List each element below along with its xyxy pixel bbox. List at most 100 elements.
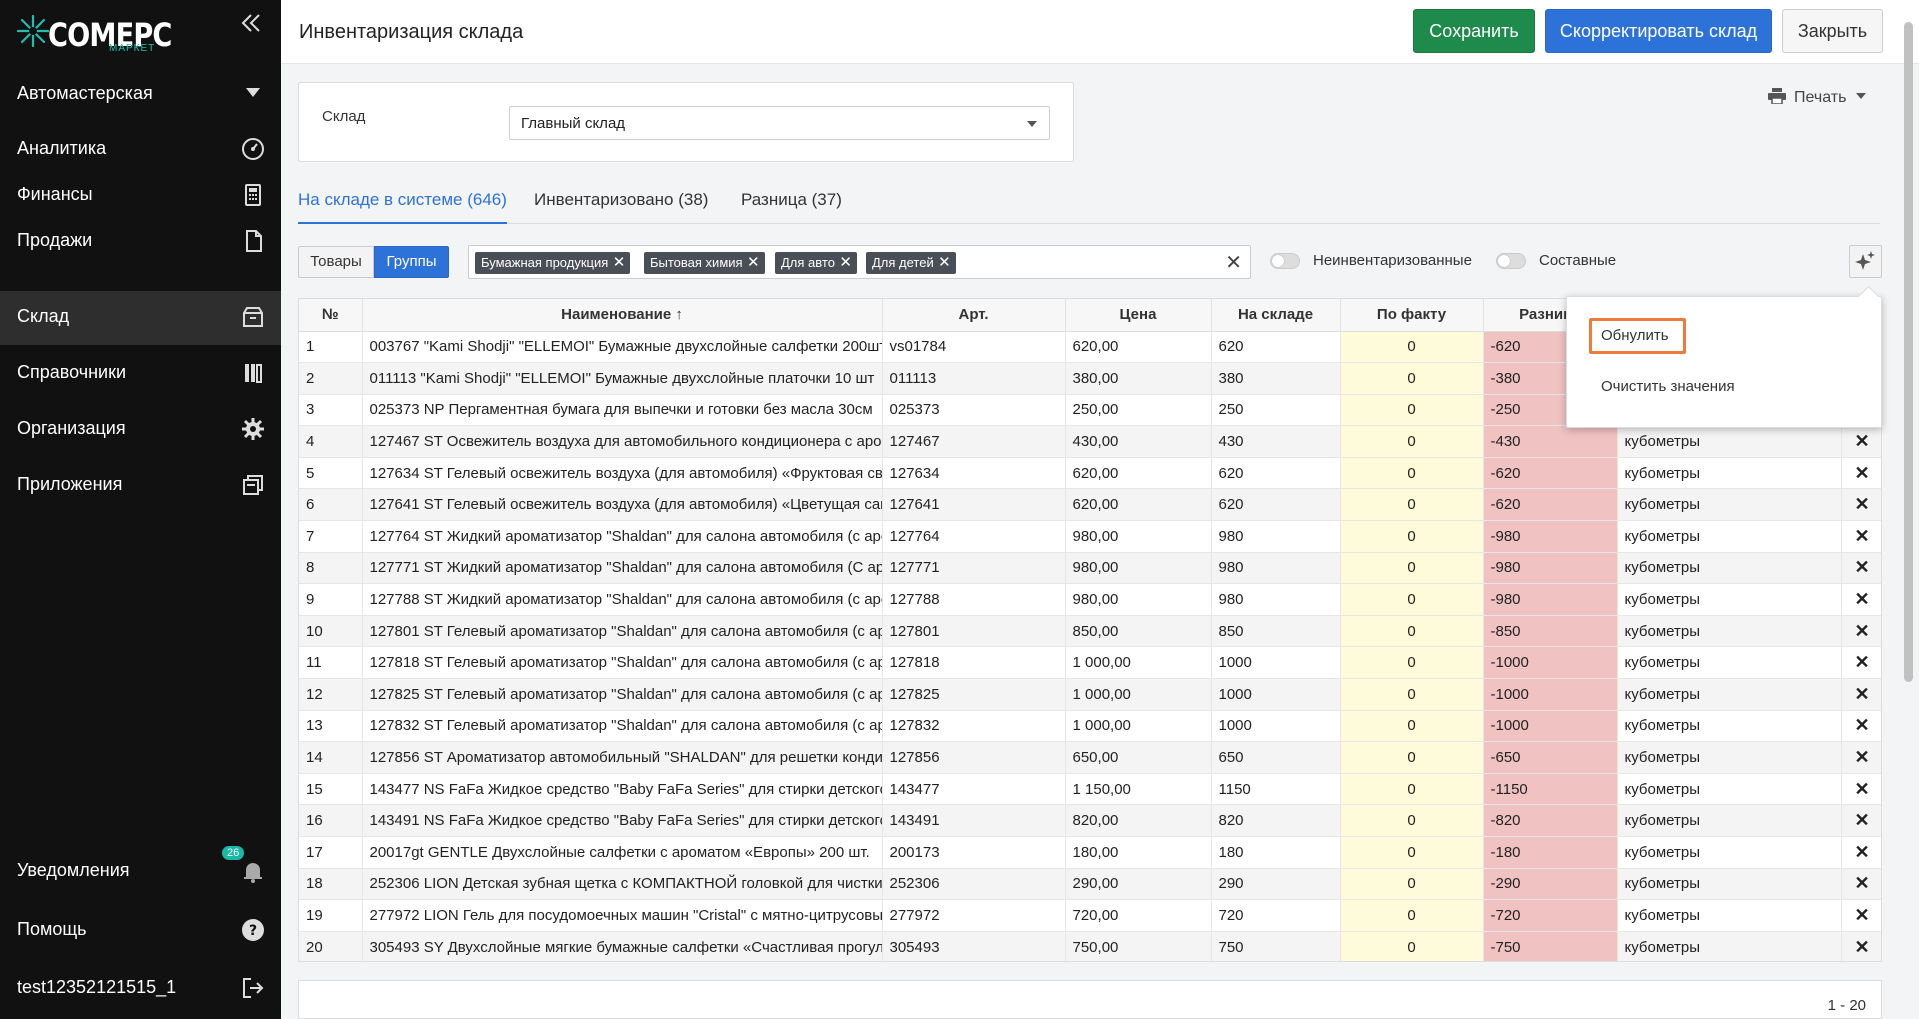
row-actual[interactable]: 0 [1340, 899, 1484, 932]
row-number: 14 [299, 741, 363, 774]
remove-tag-icon[interactable]: ✕ [613, 252, 626, 274]
delete-row-icon[interactable]: ✕ [1841, 552, 1881, 585]
org-select[interactable]: Автомастерская [0, 74, 281, 112]
uninventoried-toggle[interactable] [1270, 253, 1300, 269]
tab-difference[interactable]: Разница (37) [741, 190, 842, 224]
row-actual[interactable]: 0 [1340, 394, 1484, 427]
row-article: 127818 [882, 646, 1066, 680]
close-button[interactable]: Закрыть [1782, 9, 1883, 53]
user-account[interactable]: test12352121515_1 [0, 962, 281, 1016]
row-actual[interactable]: 0 [1340, 741, 1484, 774]
row-price: 1 000,00 [1065, 646, 1212, 680]
row-actual[interactable]: 0 [1340, 931, 1484, 961]
delete-row-icon[interactable]: ✕ [1841, 678, 1881, 711]
table-row: 4 127467 ST Освежитель воздуха для автомо… [299, 425, 1881, 458]
pagination-range: 1 - 20 [1827, 997, 1866, 1014]
col-in-stock[interactable]: На складе [1211, 299, 1341, 332]
row-actual[interactable]: 0 [1340, 583, 1484, 616]
row-name: 143491 NS FaFa Жидкое средство "Baby FaF… [362, 804, 883, 837]
clear-tags-icon[interactable]: ✕ [1225, 250, 1242, 275]
print-button[interactable]: Печать [1768, 88, 1867, 107]
delete-row-icon[interactable]: ✕ [1841, 899, 1881, 932]
sidebar-item-organization[interactable]: Организация [0, 403, 281, 457]
logo-star-icon [16, 14, 50, 48]
group-tags-input[interactable]: Бумажная продукция ✕ Бытовая химия ✕ Для а… [468, 245, 1251, 279]
row-in-stock: 820 [1211, 804, 1341, 837]
delete-row-icon[interactable]: ✕ [1841, 710, 1881, 743]
col-name[interactable]: Наименование ↑ [362, 299, 883, 332]
delete-row-icon[interactable]: ✕ [1841, 773, 1881, 806]
delete-row-icon[interactable]: ✕ [1841, 615, 1881, 648]
row-in-stock: 1000 [1211, 678, 1341, 711]
row-actual[interactable]: 0 [1340, 331, 1484, 364]
row-article: 025373 [882, 394, 1066, 427]
row-actual[interactable]: 0 [1340, 868, 1484, 901]
row-actual[interactable]: 0 [1340, 520, 1484, 553]
sidebar-item-sales[interactable]: Продажи [0, 215, 281, 269]
delete-row-icon[interactable]: ✕ [1841, 741, 1881, 774]
row-actual[interactable]: 0 [1340, 552, 1484, 585]
delete-row-icon[interactable]: ✕ [1841, 836, 1881, 869]
org-name: Автомастерская [17, 83, 153, 103]
sidebar-item-warehouse[interactable]: Склад [0, 291, 281, 345]
row-actual[interactable]: 0 [1340, 362, 1484, 395]
delete-row-icon[interactable]: ✕ [1841, 804, 1881, 837]
correct-warehouse-button[interactable]: Скорректировать склад [1545, 9, 1772, 53]
delete-row-icon[interactable]: ✕ [1841, 488, 1881, 522]
row-actual[interactable]: 0 [1340, 488, 1484, 522]
table-row: 18 252306 LION Детская зубная щетка с КОМ… [299, 868, 1881, 901]
tab-inventoried[interactable]: Инвентаризовано (38) [534, 190, 708, 224]
tab-in-stock[interactable]: На складе в системе (646) [298, 190, 507, 224]
remove-tag-icon[interactable]: ✕ [839, 252, 852, 274]
col-actual[interactable]: По факту [1340, 299, 1484, 332]
delete-row-icon[interactable]: ✕ [1841, 931, 1881, 961]
warehouse-select[interactable]: Главный склад [509, 106, 1050, 140]
delete-row-icon[interactable]: ✕ [1841, 646, 1881, 680]
delete-row-icon[interactable]: ✕ [1841, 425, 1881, 458]
row-unit: кубометры [1617, 488, 1842, 522]
delete-row-icon[interactable]: ✕ [1841, 457, 1881, 490]
goods-toggle-button[interactable]: Товары [298, 246, 374, 278]
col-price[interactable]: Цена [1065, 299, 1212, 332]
logout-icon[interactable] [240, 975, 266, 1001]
row-article: 143477 [882, 773, 1066, 806]
row-name: 011113 "Kami Shodji" "ELLEMOI" Бумажные … [362, 362, 883, 395]
row-actual[interactable]: 0 [1340, 425, 1484, 458]
row-actual[interactable]: 0 [1340, 836, 1484, 869]
logo[interactable]: COMEPC МАРКЕТ [16, 10, 176, 56]
reset-menu-item[interactable]: Обнулить [1601, 327, 1669, 344]
row-price: 980,00 [1065, 552, 1212, 585]
composite-toggle[interactable] [1496, 253, 1526, 269]
row-number: 16 [299, 804, 363, 837]
collapse-sidebar-icon[interactable] [240, 12, 266, 42]
remove-tag-icon[interactable]: ✕ [747, 252, 760, 274]
groups-toggle-button[interactable]: Группы [374, 246, 449, 278]
row-actual[interactable]: 0 [1340, 678, 1484, 711]
table-row: 9 127788 ST Жидкий ароматизатор "Shaldan"… [299, 583, 1881, 616]
sidebar-item-notifications[interactable]: Уведомления 26 [0, 845, 281, 899]
delete-row-icon[interactable]: ✕ [1841, 520, 1881, 553]
col-number[interactable]: № [299, 299, 363, 332]
remove-tag-icon[interactable]: ✕ [938, 252, 951, 274]
clear-values-menu-item[interactable]: Очистить значения [1601, 378, 1735, 395]
sidebar-item-apps[interactable]: Приложения [0, 459, 281, 513]
magic-actions-button[interactable] [1849, 245, 1882, 278]
row-actual[interactable]: 0 [1340, 773, 1484, 806]
row-actual[interactable]: 0 [1340, 710, 1484, 743]
page-scrollbar[interactable] [1904, 22, 1913, 682]
row-actual[interactable]: 0 [1340, 615, 1484, 648]
row-in-stock: 250 [1211, 394, 1341, 427]
sidebar-item-references[interactable]: Справочники [0, 347, 281, 401]
col-article[interactable]: Арт. [882, 299, 1066, 332]
save-button[interactable]: Сохранить [1413, 9, 1535, 53]
delete-row-icon[interactable]: ✕ [1841, 868, 1881, 901]
row-actual[interactable]: 0 [1340, 646, 1484, 680]
row-actual[interactable]: 0 [1340, 804, 1484, 837]
sidebar-item-help[interactable]: Помощь ? [0, 904, 281, 958]
delete-row-icon[interactable]: ✕ [1841, 583, 1881, 616]
row-actual[interactable]: 0 [1340, 457, 1484, 490]
sidebar-item-label: Продажи [17, 230, 93, 250]
row-price: 620,00 [1065, 488, 1212, 522]
row-in-stock: 1000 [1211, 710, 1341, 743]
row-price: 1 000,00 [1065, 710, 1212, 743]
